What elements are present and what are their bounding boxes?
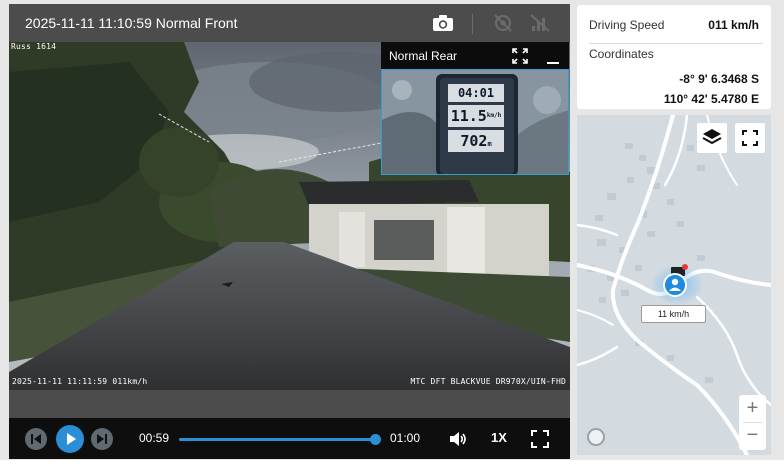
progress-bar[interactable] xyxy=(179,434,381,445)
osd-device-model: MTC DFT BLACKVUE DR970X/UIN-FHD xyxy=(410,377,566,386)
video-topbar: 2025-11-11 11:10:59 Normal Front xyxy=(9,4,570,42)
minimize-icon[interactable] xyxy=(545,47,561,65)
bottom-strip xyxy=(0,460,784,467)
camera-icon[interactable] xyxy=(432,12,454,34)
vehicle-marker[interactable] xyxy=(663,273,687,297)
driving-speed-value: 011 km/h xyxy=(708,18,759,32)
rear-pip-title: Normal Rear xyxy=(389,49,458,63)
next-frame-button[interactable] xyxy=(91,428,113,450)
prev-frame-button[interactable] xyxy=(25,428,47,450)
play-button[interactable] xyxy=(56,425,84,453)
osd-timestamp: 2025-11-11 11:11:59 011km/h xyxy=(12,377,148,386)
osd-device-id: Russ 1614 xyxy=(11,42,57,51)
gauge-time: 04:01 xyxy=(448,84,504,102)
driving-speed-label: Driving Speed xyxy=(589,18,665,32)
current-time: 00:59 xyxy=(139,431,170,445)
toolbar-divider xyxy=(472,14,473,34)
trip-info-card: Driving Speed 011 km/h Coordinates -8° 9… xyxy=(577,5,771,109)
person-icon xyxy=(669,278,681,291)
no-gps-icon[interactable] xyxy=(492,12,514,34)
map-fullscreen-button[interactable] xyxy=(735,123,765,153)
fullscreen-icon[interactable] xyxy=(530,429,550,449)
progress-handle[interactable] xyxy=(369,434,381,445)
video-title: 2025-11-11 11:10:59 Normal Front xyxy=(25,15,238,31)
gauge-distance-unit: m xyxy=(487,140,492,148)
step-back-icon xyxy=(31,434,41,444)
latitude-value: -8° 9' 6.3468 S xyxy=(679,72,759,86)
no-signal-icon[interactable] xyxy=(529,12,551,34)
rear-pip-header: Normal Rear xyxy=(381,42,569,69)
map-layers-button[interactable] xyxy=(697,123,727,153)
progress-fill xyxy=(179,438,375,441)
info-divider xyxy=(589,43,763,44)
gps-map[interactable]: 11 km/h + − xyxy=(577,115,771,455)
gauge-distance-value: 702 xyxy=(460,132,488,150)
gauge-speed-value: 11.5 xyxy=(450,107,487,125)
layers-icon xyxy=(702,129,722,145)
volume-icon[interactable] xyxy=(447,429,467,449)
playback-rate-button[interactable]: 1X xyxy=(491,430,507,445)
total-time: 01:00 xyxy=(390,431,421,445)
zoom-in-button[interactable]: + xyxy=(739,395,766,422)
gauge-speed-unit: km/h xyxy=(486,112,502,119)
playback-controls: 00:59 01:00 1X xyxy=(9,418,570,459)
rear-camera-pip[interactable]: Normal Rear 04:01 11.5km/h 702m xyxy=(381,42,569,175)
step-forward-icon xyxy=(97,434,107,444)
video-letterbox xyxy=(9,390,570,418)
fullscreen-icon xyxy=(742,130,758,146)
longitude-value: 110° 42' 5.4780 E xyxy=(663,92,759,106)
play-icon xyxy=(67,433,76,445)
rear-camera-view: 04:01 11.5km/h 702m xyxy=(381,69,569,175)
coordinates-label: Coordinates xyxy=(589,47,654,61)
expand-icon[interactable] xyxy=(511,47,529,65)
compass-icon[interactable] xyxy=(587,428,605,446)
recording-dot xyxy=(682,264,688,270)
map-speed-label: 11 km/h xyxy=(641,305,706,323)
zoom-control: + − xyxy=(739,395,766,450)
gauge-distance: 702m xyxy=(448,130,504,152)
gauge-speed: 11.5km/h xyxy=(448,105,504,127)
zoom-out-button[interactable]: − xyxy=(739,422,766,449)
